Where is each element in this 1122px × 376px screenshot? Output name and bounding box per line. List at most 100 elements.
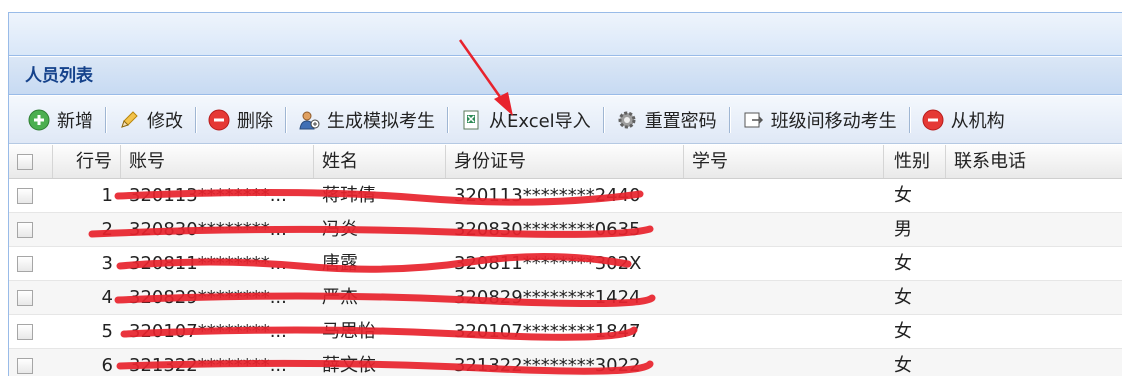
grid-header: 行号 账号 姓名 身份证号 学号 性别 联系电话 [9,145,1122,179]
table-row[interactable]: 6 321322********... 薛文依 321322********30… [9,349,1122,376]
excel-icon [459,108,483,132]
reset-password-button[interactable]: 重置密码 [609,102,725,138]
generate-mock-examinees-button[interactable]: 生成模拟考生 [291,102,443,138]
phone-cell [946,349,1122,376]
gender-cell: 女 [894,185,912,206]
row-number: 6 [101,355,113,376]
select-all-checkbox[interactable] [17,154,33,170]
table-row[interactable]: 1 320113********... 蒋玮倩 320113********24… [9,179,1122,213]
row-checkbox-cell [9,349,53,376]
delete-icon [207,108,231,132]
table-row[interactable]: 4 320829********... 严杰 320829********142… [9,281,1122,315]
toolbar-separator [908,106,911,133]
phone-cell [946,315,1122,348]
id-card-cell: 320830********0635 [454,219,641,240]
toolbar-separator [105,106,107,133]
phone-cell [946,247,1122,280]
gear-icon [615,108,639,132]
reset-password-label: 重置密码 [644,110,717,132]
id-card-cell: 320811********302X [454,253,642,274]
account-cell: 320113********... [129,185,287,206]
id-card-cell: 320829********1424 [454,287,641,308]
panel-title: 人员列表 [9,57,1122,95]
name-cell: 蒋玮倩 [322,185,376,206]
id-card-cell: 321322********3022 [454,355,641,376]
add-button-label: 新增 [57,110,93,132]
phone-cell [946,179,1122,212]
move-between-classes-label: 班级间移动考生 [770,110,897,132]
row-checkbox[interactable] [17,324,33,340]
student-no-cell [684,281,884,314]
col-header-student-no[interactable]: 学号 [684,145,884,178]
phone-cell [946,213,1122,246]
import-from-excel-button[interactable]: 从Excel导入 [453,102,599,138]
col-header-name[interactable]: 姓名 [314,145,446,178]
row-checkbox-cell [9,281,53,314]
toolbar-separator [285,106,287,133]
table-row[interactable]: 3 320811********... 唐露 320811********302… [9,247,1122,281]
account-cell: 320830********... [129,219,287,240]
row-checkbox[interactable] [17,290,33,306]
name-cell: 薛文依 [322,355,376,376]
col-header-gender[interactable]: 性别 [884,145,946,178]
toolbar-separator [602,106,605,133]
table-row[interactable]: 2 320830********... 冯炎 320830********063… [9,213,1122,247]
add-icon [27,108,51,132]
remove-from-org-button[interactable]: 从机构 [915,102,1013,138]
delete-button[interactable]: 删除 [201,102,281,138]
tab-strip [9,13,1122,56]
import-from-excel-label: 从Excel导入 [489,110,591,132]
account-cell: 321322********... [129,355,287,376]
row-number: 4 [101,287,113,308]
toolbar-separator [728,106,731,133]
user-icon [297,108,321,132]
name-cell: 马思怡 [322,321,376,342]
delete-button-label: 删除 [237,110,273,132]
row-number: 2 [101,219,113,240]
name-cell: 严杰 [322,287,358,308]
student-no-cell [684,349,884,376]
table-row[interactable]: 5 320107********... 马思怡 320107********18… [9,315,1122,349]
row-number: 1 [101,185,113,206]
edit-button-label: 修改 [147,110,183,132]
student-no-cell [684,247,884,280]
student-no-cell [684,179,884,212]
col-header-phone[interactable]: 联系电话 [946,145,1122,178]
move-icon [741,108,765,132]
row-number: 5 [101,321,113,342]
people-grid: 行号 账号 姓名 身份证号 学号 性别 联系电话 1 320113*******… [9,145,1122,376]
row-checkbox[interactable] [17,188,33,204]
id-card-cell: 320113********2440 [454,185,641,206]
gender-cell: 女 [894,321,912,342]
row-checkbox[interactable] [17,256,33,272]
row-checkbox[interactable] [17,222,33,238]
gender-cell: 女 [894,355,912,376]
main-window: 人员列表 新增 修改 删除 生成模拟考生 从Excel导入 重置密码 班级间移动… [8,12,1122,376]
select-all-cell [9,145,53,178]
row-checkbox-cell [9,315,53,348]
account-cell: 320107********... [129,321,287,342]
col-header-no[interactable]: 行号 [53,145,121,178]
pencil-icon [117,108,141,132]
toolbar: 新增 修改 删除 生成模拟考生 从Excel导入 重置密码 班级间移动考生 从机… [9,96,1122,144]
toolbar-separator [195,106,197,133]
account-cell: 320811********... [129,253,287,274]
row-checkbox-cell [9,179,53,212]
edit-button[interactable]: 修改 [111,102,191,138]
gender-cell: 男 [894,219,912,240]
add-button[interactable]: 新增 [21,102,101,138]
toolbar-separator [447,106,449,133]
name-cell: 冯炎 [322,219,358,240]
student-no-cell [684,213,884,246]
remove-from-org-label: 从机构 [950,110,1005,132]
row-checkbox[interactable] [17,358,33,374]
generate-mock-examinees-label: 生成模拟考生 [327,110,435,132]
row-number: 3 [101,253,113,274]
col-header-account[interactable]: 账号 [121,145,314,178]
student-no-cell [684,315,884,348]
gender-cell: 女 [894,287,912,308]
col-header-id-card[interactable]: 身份证号 [446,145,684,178]
row-checkbox-cell [9,213,53,246]
move-between-classes-button[interactable]: 班级间移动考生 [735,102,905,138]
name-cell: 唐露 [322,253,358,274]
